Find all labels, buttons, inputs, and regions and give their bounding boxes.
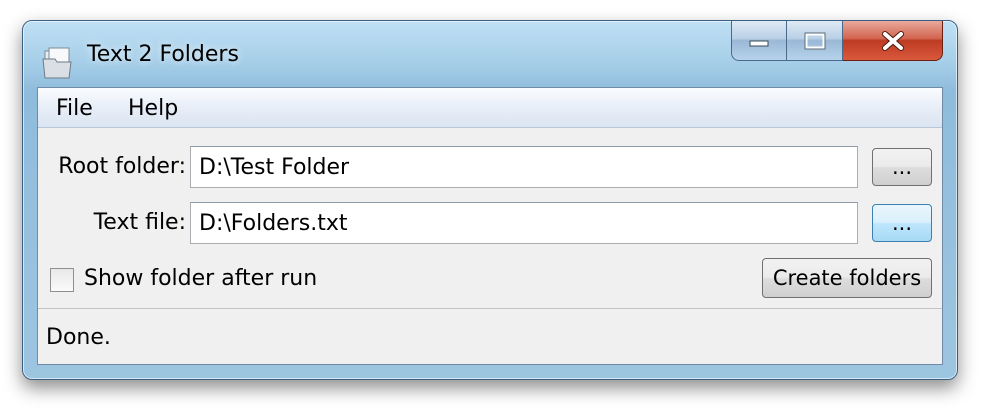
status-bar: Done. <box>38 308 942 364</box>
menu-bar: File Help <box>38 88 942 128</box>
show-folder-label[interactable]: Show folder after run <box>84 266 317 291</box>
window-title: Text 2 Folders <box>87 42 239 67</box>
minimize-button[interactable] <box>731 21 787 61</box>
close-icon <box>881 30 904 51</box>
maximize-icon <box>804 32 825 49</box>
text-file-browse-button[interactable]: ... <box>872 204 932 242</box>
menu-file[interactable]: File <box>56 96 93 121</box>
text-file-input[interactable] <box>190 202 858 244</box>
text-file-label: Text file: <box>93 210 186 235</box>
folder-documents-icon <box>42 47 72 79</box>
maximize-button[interactable] <box>787 21 843 61</box>
show-folder-checkbox[interactable] <box>50 268 74 292</box>
minimize-icon <box>749 40 769 46</box>
root-folder-input[interactable] <box>190 146 858 188</box>
close-button[interactable] <box>843 21 943 61</box>
caption-buttons <box>731 21 943 61</box>
app-window: Text 2 Folders File Help Root folder: D:… <box>22 20 958 380</box>
root-folder-browse-button[interactable]: ... <box>872 148 932 186</box>
create-folders-button[interactable]: Create folders <box>762 258 932 298</box>
status-text: Done. <box>46 325 111 350</box>
title-bar[interactable]: Text 2 Folders <box>23 21 957 87</box>
root-folder-label: Root folder: <box>58 154 186 179</box>
menu-help[interactable]: Help <box>128 96 178 121</box>
client-area: File Help Root folder: ... Text file: ..… <box>37 87 943 365</box>
